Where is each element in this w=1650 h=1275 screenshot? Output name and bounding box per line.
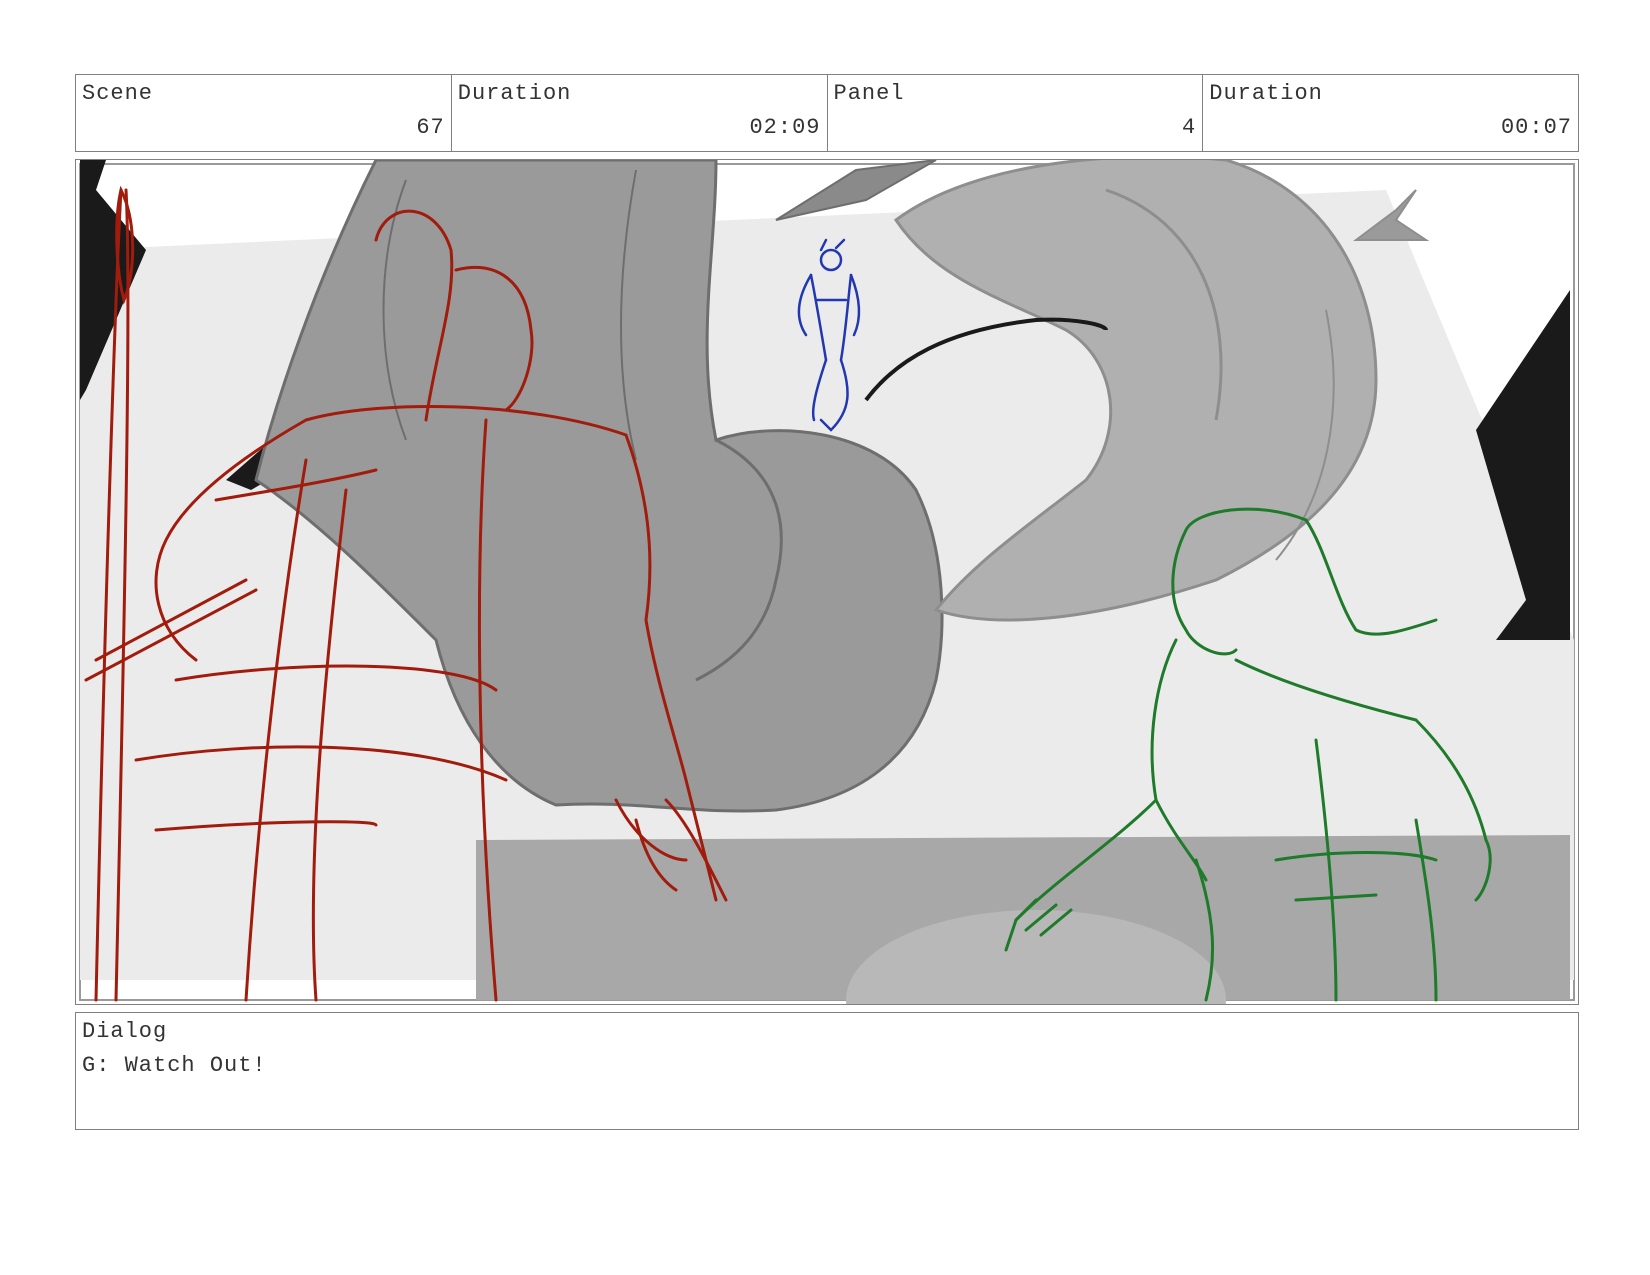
storyboard-panel: [75, 159, 1579, 1005]
dialog-box: Dialog G: Watch Out!: [75, 1012, 1579, 1130]
panel-duration-value: 00:07: [1500, 115, 1572, 140]
scene-number: 67: [416, 115, 445, 140]
dialog-label: Dialog: [82, 1019, 168, 1044]
scene-cell: Scene 67: [76, 75, 452, 151]
panel-label: Panel: [833, 81, 905, 106]
storyboard-header: Scene 67 Duration 02:09 Panel 4 Duration…: [75, 74, 1579, 152]
panel-cell: Panel 4: [828, 75, 1204, 151]
panel-duration-cell: Duration 00:07: [1203, 75, 1578, 151]
dialog-text: G: Watch Out!: [82, 1053, 267, 1078]
panel-number: 4: [1182, 115, 1197, 140]
panel-duration-label: Duration: [1209, 81, 1323, 106]
scene-duration-cell: Duration 02:09: [452, 75, 828, 151]
scene-duration-label: Duration: [457, 81, 572, 106]
scene-duration-value: 02:09: [749, 115, 821, 140]
panel-sketch: [79, 160, 1575, 1004]
scene-label: Scene: [82, 81, 154, 106]
